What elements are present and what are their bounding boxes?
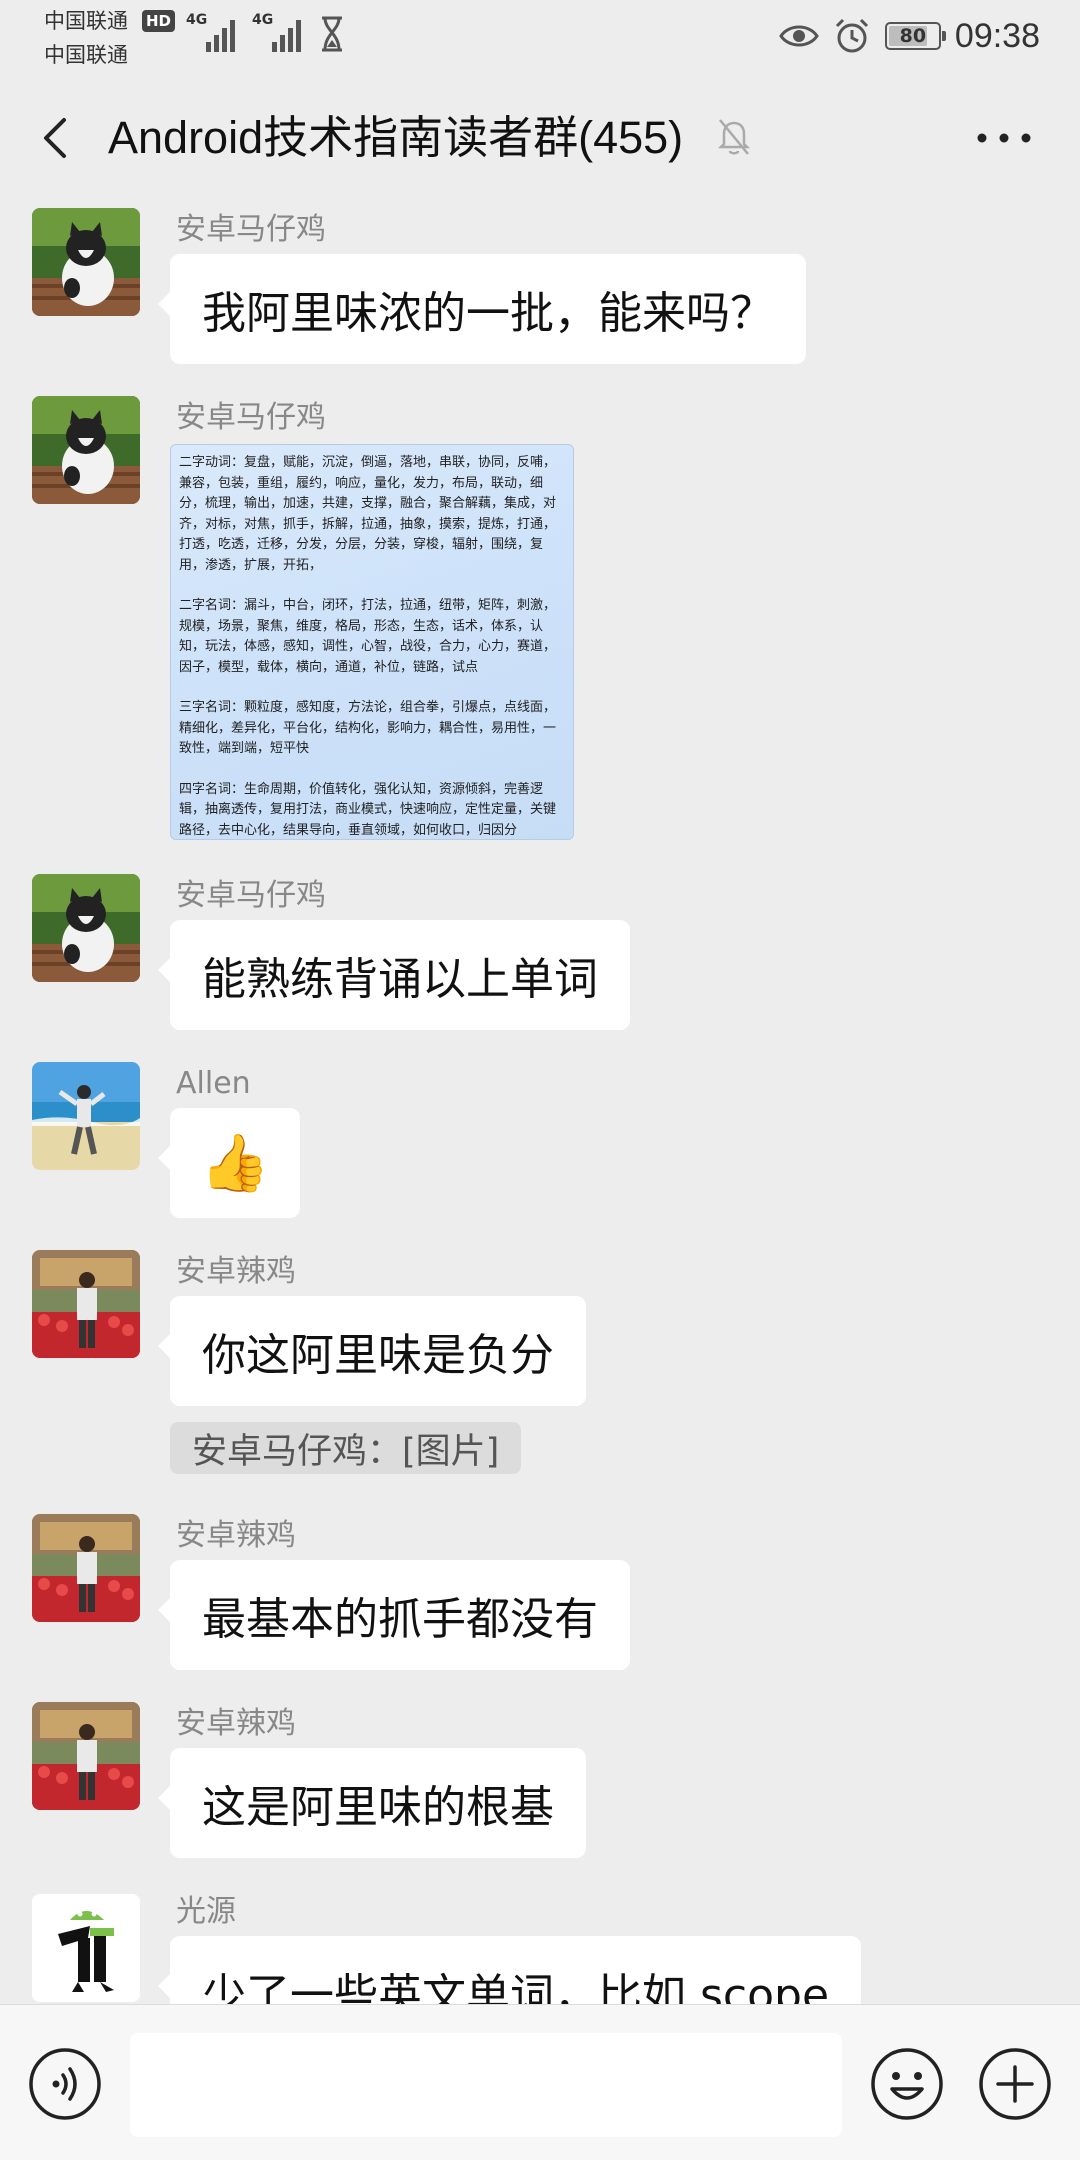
signal-strength-1-icon: [206, 20, 235, 52]
message-bubble[interactable]: 少了一些英文单词，比如 scope: [157, 1936, 862, 2004]
message-bubble[interactable]: 我阿里味浓的一批，能来吗？: [158, 254, 806, 364]
message-bubble[interactable]: 最基本的抓手都没有: [158, 1560, 630, 1670]
sender-name: 安卓辣鸡: [176, 1518, 296, 1553]
thumbs-up-emoji-bubble[interactable]: 👍: [158, 1108, 300, 1218]
carrier-name-1: 中国联通: [44, 9, 128, 33]
avatar-cat[interactable]: [32, 396, 140, 504]
eye-icon: [779, 25, 819, 47]
carrier-name-2: 中国联通: [44, 43, 128, 67]
avatar-cat[interactable]: [32, 874, 140, 982]
chat-header: Android技术指南读者群(455): [0, 76, 1080, 200]
image-text-paragraph: 二字动词：复盘，赋能，沉淀，倒逼，落地，串联，协同，反哺，兼容，包装，重组，履约…: [179, 455, 557, 573]
avatar-garden[interactable]: [32, 1250, 140, 1358]
message-bubble[interactable]: 能熟练背诵以上单词: [158, 920, 630, 1030]
avatar-garden[interactable]: [32, 1514, 140, 1622]
image-text-paragraph: 四字名词：生命周期，价值转化，强化认知，资源倾斜，完善逻辑，抽离透传，复用打法，…: [179, 781, 557, 838]
emoji-icon[interactable]: [870, 2047, 944, 2121]
battery-indicator: 80: [884, 22, 946, 50]
clock-time: 09:38: [954, 16, 1040, 55]
mute-bell-icon: [717, 119, 751, 155]
sender-name: 安卓马仔鸡: [176, 878, 326, 913]
sender-name: 安卓马仔鸡: [176, 212, 326, 247]
alarm-icon: [835, 18, 868, 53]
sender-name: 安卓马仔鸡: [176, 400, 326, 435]
avatar-garden[interactable]: [32, 1702, 140, 1810]
message-input[interactable]: [130, 2033, 842, 2137]
battery-percent: 80: [899, 25, 927, 47]
sender-name: Allen: [176, 1066, 251, 1101]
avatar-cat[interactable]: [32, 208, 140, 316]
hd-badge: HD: [142, 10, 176, 32]
message-list[interactable]: 安卓马仔鸡 我阿里味浓的一批，能来吗？ 安卓马仔鸡 二字动词：复盘，赋能，沉淀，…: [0, 200, 1080, 2004]
image-text-paragraph: 三字名词：颗粒度，感知度，方法论，组合拳，引爆点，点线面，精细化，差异化，平台化…: [179, 700, 557, 756]
sender-name: 光源: [176, 1894, 236, 1929]
avatar-allen[interactable]: [32, 1062, 140, 1170]
image-message[interactable]: 二字动词：复盘，赋能，沉淀，倒逼，落地，串联，协同，反哺，兼容，包装，重组，履约…: [170, 444, 574, 840]
voice-icon[interactable]: [28, 2047, 102, 2121]
chat-title: Android技术指南读者群(455): [108, 112, 684, 163]
more-dots-icon[interactable]: [974, 126, 1034, 150]
message-bubble[interactable]: 你这阿里味是负分: [158, 1296, 586, 1406]
hourglass-icon: [322, 16, 342, 52]
status-bar: 中国联通 中国联通 HD 4G 4G 80 09:38: [0, 0, 1080, 76]
sender-name: 安卓辣鸡: [176, 1254, 296, 1289]
plus-icon[interactable]: [978, 2047, 1052, 2121]
signal-strength-2-icon: [272, 20, 301, 52]
avatar-android[interactable]: [32, 1894, 140, 2002]
image-text-paragraph: 二字名词：漏斗，中台，闭环，打法，拉通，纽带，矩阵，刺激，规模，场景，聚焦，维度…: [179, 598, 557, 675]
sender-name: 安卓辣鸡: [176, 1706, 296, 1741]
quoted-message[interactable]: 安卓马仔鸡：[图片]: [170, 1422, 522, 1474]
input-bar: [0, 2004, 1080, 2160]
back-arrow-icon[interactable]: [34, 112, 82, 164]
message-bubble[interactable]: 这是阿里味的根基: [158, 1748, 586, 1858]
